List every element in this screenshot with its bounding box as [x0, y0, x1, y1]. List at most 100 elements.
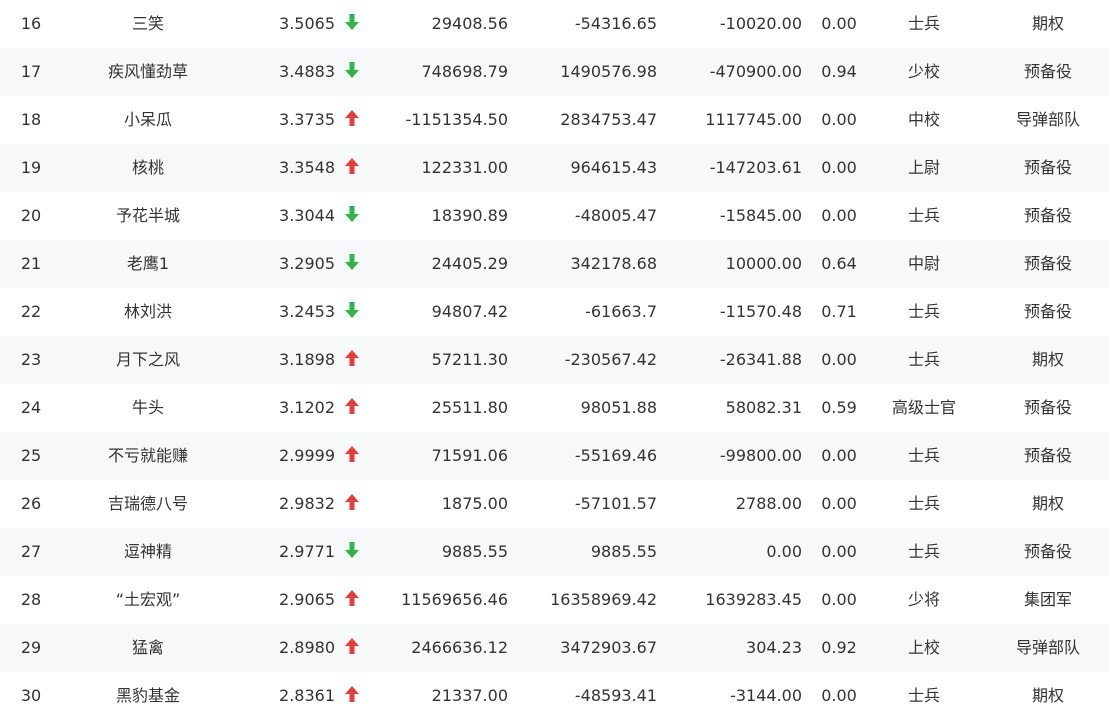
name-cell[interactable]: 林刘洪 [68, 288, 228, 336]
trend-cell [344, 672, 360, 720]
value1-cell: 24405.29 [431, 254, 508, 273]
trend-cell [344, 288, 360, 336]
value1-cell: -1151354.50 [405, 110, 508, 129]
value3-cell: -26341.88 [719, 350, 802, 369]
level-cell: 士兵 [907, 542, 940, 561]
type-cell: 导弹部队 [1015, 638, 1080, 657]
trend-cell [344, 0, 360, 48]
name-cell[interactable]: 不亏就能赚 [68, 432, 228, 480]
table-row[interactable]: 19 核桃 3.3548 122331.00 964615.43 -147203… [0, 144, 1109, 192]
score-cell: 2.9832 [279, 494, 335, 513]
trend-cell [344, 624, 360, 672]
name-cell[interactable]: 予花半城 [68, 192, 228, 240]
ratio-cell: 0.71 [821, 302, 857, 321]
rank-cell: 26 [20, 494, 42, 513]
name-cell[interactable]: 老鹰1 [68, 240, 228, 288]
arrow-up-icon [345, 493, 359, 510]
value2-cell: 98051.88 [580, 398, 657, 417]
name-cell[interactable]: “土宏观” [68, 576, 228, 624]
level-cell: 士兵 [907, 302, 940, 321]
value2-cell: -57101.57 [574, 494, 657, 513]
rank-cell: 21 [20, 254, 42, 273]
name-cell[interactable]: 核桃 [68, 144, 228, 192]
trend-cell [344, 576, 360, 624]
arrow-up-icon [345, 637, 359, 654]
value1-cell: 94807.42 [431, 302, 508, 321]
ratio-cell: 0.94 [821, 62, 857, 81]
table-row[interactable]: 24 牛头 3.1202 25511.80 98051.88 58082.31 … [0, 384, 1109, 432]
level-cell: 高级士官 [891, 398, 956, 417]
table-row[interactable]: 16 三笑 3.5065 29408.56 -54316.65 -10020.0… [0, 0, 1109, 48]
level-cell: 少校 [907, 62, 940, 81]
table-row[interactable]: 22 林刘洪 3.2453 94807.42 -61663.7 -11570.4… [0, 288, 1109, 336]
table-row[interactable]: 27 逗神精 2.9771 9885.55 9885.55 0.00 0.00 … [0, 528, 1109, 576]
table-row[interactable]: 30 黑豹基金 2.8361 21337.00 -48593.41 -3144.… [0, 672, 1109, 720]
level-cell: 士兵 [907, 446, 940, 465]
trend-cell [344, 336, 360, 384]
type-cell: 导弹部队 [1015, 110, 1080, 129]
table-row[interactable]: 20 予花半城 3.3044 18390.89 -48005.47 -15845… [0, 192, 1109, 240]
value2-cell: -48593.41 [574, 686, 657, 705]
value2-cell: -61663.7 [585, 302, 657, 321]
table-row[interactable]: 23 月下之风 3.1898 57211.30 -230567.42 -2634… [0, 336, 1109, 384]
name-cell[interactable]: 月下之风 [68, 336, 228, 384]
arrow-down-icon [345, 541, 359, 558]
value3-cell: 2788.00 [735, 494, 802, 513]
table-row[interactable]: 18 小呆瓜 3.3735 -1151354.50 2834753.47 111… [0, 96, 1109, 144]
trend-cell [344, 384, 360, 432]
score-cell: 2.9999 [279, 446, 335, 465]
name-cell[interactable]: 牛头 [68, 384, 228, 432]
table-row[interactable]: 21 老鹰1 3.2905 24405.29 342178.68 10000.0… [0, 240, 1109, 288]
value2-cell: 2834753.47 [560, 110, 657, 129]
rank-cell: 19 [20, 158, 42, 177]
type-cell: 预备役 [1023, 446, 1072, 465]
rank-cell: 28 [20, 590, 42, 609]
value1-cell: 18390.89 [431, 206, 508, 225]
type-cell: 预备役 [1023, 542, 1072, 561]
rank-cell: 29 [20, 638, 42, 657]
value3-cell: -470900.00 [709, 62, 802, 81]
value3-cell: 10000.00 [725, 254, 802, 273]
name-cell[interactable]: 猛禽 [68, 624, 228, 672]
value1-cell: 9885.55 [441, 542, 508, 561]
rank-cell: 23 [20, 350, 42, 369]
ratio-cell: 0.00 [821, 686, 857, 705]
value2-cell: 9885.55 [590, 542, 657, 561]
score-cell: 2.8361 [279, 686, 335, 705]
ratio-cell: 0.00 [821, 158, 857, 177]
name-cell[interactable]: 三笑 [68, 0, 228, 48]
ratio-cell: 0.00 [821, 590, 857, 609]
table-row[interactable]: 26 吉瑞德八号 2.9832 1875.00 -57101.57 2788.0… [0, 480, 1109, 528]
value1-cell: 57211.30 [431, 350, 508, 369]
table-row[interactable]: 17 疾风懂劲草 3.4883 748698.79 1490576.98 -47… [0, 48, 1109, 96]
level-cell: 少将 [907, 590, 940, 609]
rank-cell: 22 [20, 302, 42, 321]
level-cell: 士兵 [907, 14, 940, 33]
value2-cell: -230567.42 [564, 350, 657, 369]
table-row[interactable]: 28 “土宏观” 2.9065 11569656.46 16358969.42 … [0, 576, 1109, 624]
ratio-cell: 0.00 [821, 446, 857, 465]
arrow-up-icon [345, 685, 359, 702]
name-cell[interactable]: 吉瑞德八号 [68, 480, 228, 528]
rank-cell: 30 [20, 686, 42, 705]
level-cell: 士兵 [907, 494, 940, 513]
name-cell[interactable]: 小呆瓜 [68, 96, 228, 144]
value3-cell: 0.00 [766, 542, 802, 561]
trend-cell [344, 96, 360, 144]
type-cell: 集团军 [1023, 590, 1072, 609]
trend-cell [344, 240, 360, 288]
value2-cell: -55169.46 [574, 446, 657, 465]
value1-cell: 11569656.46 [401, 590, 508, 609]
ratio-cell: 0.59 [821, 398, 857, 417]
name-cell[interactable]: 黑豹基金 [68, 672, 228, 720]
name-cell[interactable]: 疾风懂劲草 [68, 48, 228, 96]
value3-cell: -99800.00 [719, 446, 802, 465]
rank-cell: 20 [20, 206, 42, 225]
ratio-cell: 0.64 [821, 254, 857, 273]
name-cell[interactable]: 逗神精 [68, 528, 228, 576]
rank-cell: 16 [20, 14, 42, 33]
score-cell: 3.1898 [279, 350, 335, 369]
value1-cell: 21337.00 [431, 686, 508, 705]
table-row[interactable]: 29 猛禽 2.8980 2466636.12 3472903.67 304.2… [0, 624, 1109, 672]
table-row[interactable]: 25 不亏就能赚 2.9999 71591.06 -55169.46 -9980… [0, 432, 1109, 480]
